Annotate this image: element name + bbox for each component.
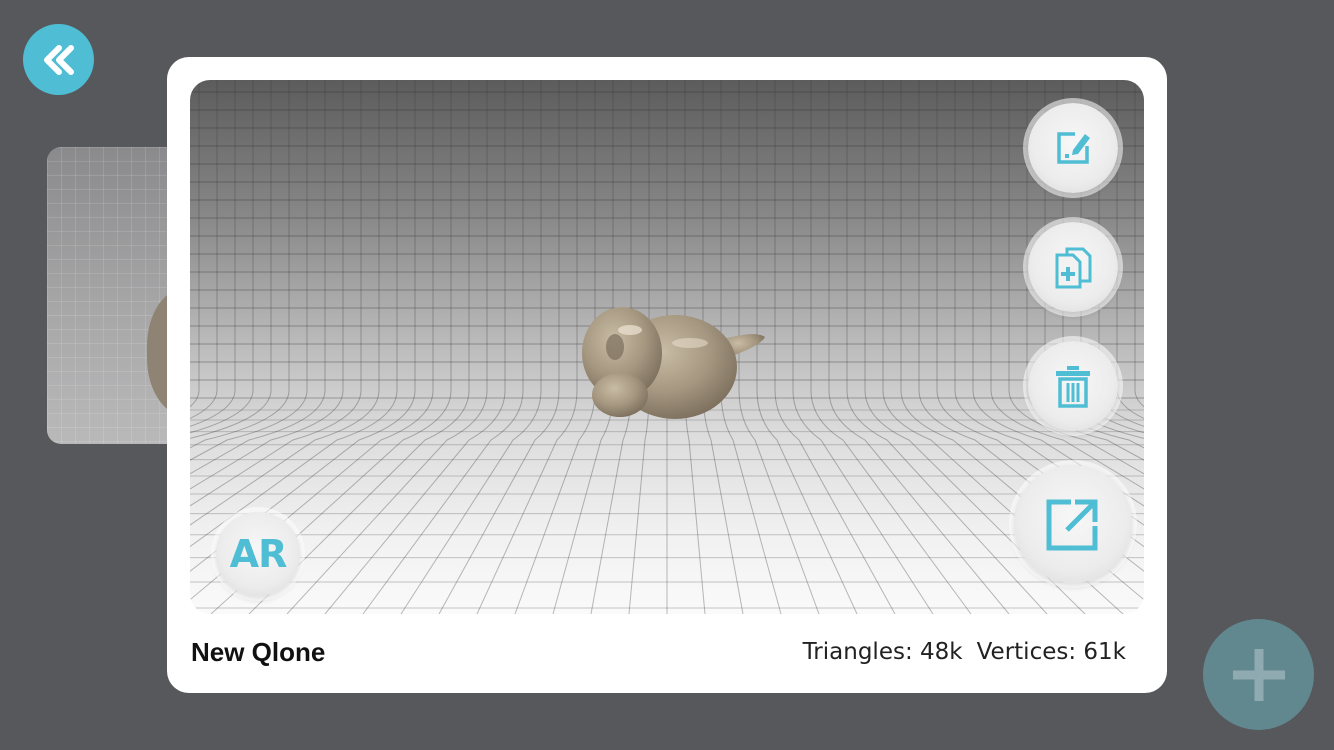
share-button[interactable] — [1014, 465, 1132, 583]
model-name: New Qlone — [191, 637, 326, 667]
vertices-count: Vertices: 61k — [976, 639, 1126, 665]
ar-button[interactable]: AR — [216, 512, 300, 596]
duplicate-button[interactable] — [1028, 222, 1118, 312]
edit-icon — [1057, 132, 1090, 164]
delete-button[interactable] — [1028, 341, 1118, 431]
back-button[interactable] — [23, 24, 94, 95]
triangles-count: Triangles: 48k — [802, 639, 963, 665]
model-stats: Triangles: 48k Vertices: 61k — [803, 639, 1126, 665]
3d-viewer[interactable]: AR — [190, 80, 1144, 614]
double-chevron-left-icon — [43, 44, 74, 75]
add-button[interactable] — [1203, 619, 1314, 730]
plus-icon — [1232, 648, 1285, 701]
trash-icon — [1056, 366, 1090, 408]
edit-button[interactable] — [1028, 103, 1118, 193]
share-icon — [1046, 499, 1098, 551]
model-detail-modal: AR New Qlone Triangles: 48k Vertices: 61… — [167, 57, 1167, 693]
duplicate-icon — [1055, 247, 1092, 289]
ar-label: AR — [229, 532, 288, 576]
3d-model[interactable] — [570, 285, 770, 435]
